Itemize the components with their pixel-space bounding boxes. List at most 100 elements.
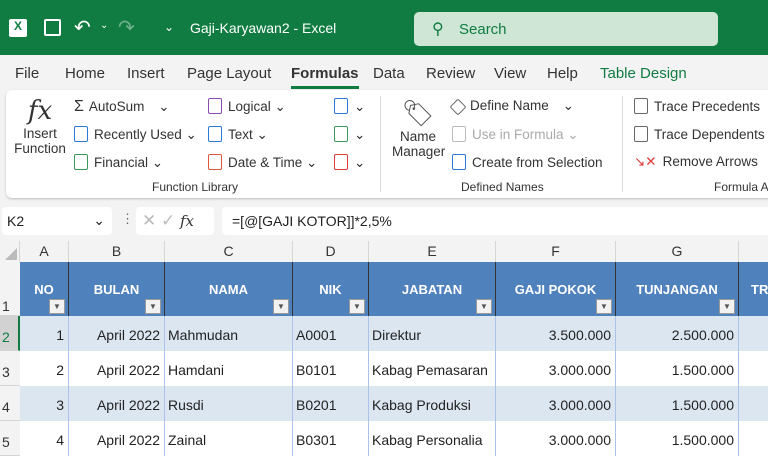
- star-book-icon: [74, 126, 88, 142]
- cell[interactable]: B0301: [293, 421, 369, 456]
- header-label: TR: [751, 282, 768, 297]
- cell[interactable]: 2: [20, 351, 69, 386]
- enter-icon[interactable]: ✓: [161, 211, 175, 230]
- financial-button[interactable]: Financial ⌄: [74, 154, 163, 171]
- formula-buttons: ✕ ✓ fx: [136, 207, 214, 235]
- tab-table-design[interactable]: Table Design: [600, 65, 687, 82]
- filter-dropdown-icon[interactable]: ▼: [719, 299, 735, 314]
- cell[interactable]: 4: [20, 421, 69, 456]
- cell[interactable]: 3.000.000: [496, 386, 616, 421]
- create-from-selection-button[interactable]: Create from Selection: [452, 154, 603, 170]
- tab-home[interactable]: Home: [65, 65, 105, 82]
- cell[interactable]: [739, 351, 768, 386]
- column-header-a[interactable]: A: [20, 241, 69, 262]
- undo-dropdown-icon[interactable]: ⌄: [100, 20, 108, 31]
- cell[interactable]: 3.500.000: [496, 316, 616, 351]
- cell[interactable]: [739, 316, 768, 351]
- save-icon[interactable]: [44, 19, 61, 36]
- filter-dropdown-icon[interactable]: ▼: [476, 299, 492, 314]
- ribbon: fx Insert Function Σ AutoSum ⌄ Recently U…: [6, 90, 768, 198]
- cell[interactable]: 1.500.000: [616, 351, 739, 386]
- cell[interactable]: Rusdi: [165, 386, 293, 421]
- row-header-3[interactable]: 3: [0, 351, 20, 386]
- logical-button[interactable]: Logical ⌄: [208, 98, 286, 115]
- row-header-1[interactable]: 1: [0, 262, 20, 316]
- cell[interactable]: [739, 386, 768, 421]
- cell[interactable]: Kabag Pemasaran: [369, 351, 496, 386]
- tab-file[interactable]: File: [15, 65, 39, 82]
- cell[interactable]: April 2022: [69, 421, 165, 456]
- lookup-button[interactable]: ⌄: [334, 98, 365, 115]
- column-header-h[interactable]: [739, 241, 768, 262]
- define-name-button[interactable]: Define Name ⌄: [449, 98, 574, 116]
- tag-icon: [449, 98, 467, 116]
- row-header-2[interactable]: 2: [0, 316, 20, 351]
- cell[interactable]: Kabag Produksi: [369, 386, 496, 421]
- cell[interactable]: 3.000.000: [496, 421, 616, 456]
- column-header-e[interactable]: E: [369, 241, 496, 262]
- cell[interactable]: 3.000.000: [496, 351, 616, 386]
- tab-review[interactable]: Review: [426, 65, 475, 82]
- tab-page-layout[interactable]: Page Layout: [187, 65, 271, 82]
- financial-book-icon: [74, 154, 88, 170]
- formula-input[interactable]: =[@[GAJI KOTOR]]*2,5%: [222, 207, 768, 235]
- filter-dropdown-icon[interactable]: ▼: [349, 299, 365, 314]
- trace-precedents-button[interactable]: Trace Precedents: [634, 98, 760, 114]
- cell[interactable]: April 2022: [69, 386, 165, 421]
- row-header-4[interactable]: 4: [0, 386, 20, 421]
- cell[interactable]: 1.500.000: [616, 386, 739, 421]
- math-trig-button[interactable]: ⌄: [334, 126, 365, 143]
- trace-dependents-button[interactable]: Trace Dependents: [634, 126, 765, 142]
- insert-function-icon[interactable]: fx: [180, 212, 194, 230]
- customize-toolbar-icon[interactable]: ⌄: [164, 20, 174, 34]
- tab-insert[interactable]: Insert: [127, 65, 165, 82]
- column-header-g[interactable]: G: [616, 241, 739, 262]
- undo-icon[interactable]: ↶: [74, 15, 91, 40]
- tab-data[interactable]: Data: [373, 65, 405, 82]
- filter-dropdown-icon[interactable]: ▼: [273, 299, 289, 314]
- cell[interactable]: 1: [20, 316, 69, 351]
- date-time-button[interactable]: Date & Time ⌄: [208, 154, 317, 171]
- column-header-c[interactable]: C: [165, 241, 293, 262]
- tab-help[interactable]: Help: [547, 65, 578, 82]
- text-book-icon: [208, 126, 222, 142]
- recently-used-button[interactable]: Recently Used ⌄: [74, 126, 197, 143]
- remove-arrows-button[interactable]: ↘✕Remove Arrows ⌄: [634, 154, 768, 170]
- text-button[interactable]: Text ⌄: [208, 126, 268, 143]
- search-box[interactable]: ⚲ Search: [414, 12, 718, 46]
- select-all-corner[interactable]: [0, 241, 20, 262]
- filter-dropdown-icon[interactable]: ▼: [49, 299, 65, 314]
- filter-dropdown-icon[interactable]: ▼: [145, 299, 161, 314]
- column-header-f[interactable]: F: [496, 241, 616, 262]
- name-box[interactable]: K2 ⌄: [2, 207, 112, 235]
- cell[interactable]: 3: [20, 386, 69, 421]
- cell[interactable]: Hamdani: [165, 351, 293, 386]
- cell[interactable]: B0201: [293, 386, 369, 421]
- cancel-icon[interactable]: ✕: [142, 211, 156, 230]
- cell[interactable]: Zainal: [165, 421, 293, 456]
- filter-dropdown-icon[interactable]: ▼: [596, 299, 612, 314]
- spreadsheet-grid[interactable]: A B C D E F G 1 2 3 4 5 NO ▼ BULAN ▼ NAMA ▼…: [0, 241, 768, 456]
- cell[interactable]: Mahmudan: [165, 316, 293, 351]
- insert-function-button[interactable]: fx Insert Function: [14, 96, 66, 156]
- cell[interactable]: A0001: [293, 316, 369, 351]
- chevron-down-icon[interactable]: ⌄: [93, 212, 105, 229]
- column-header-b[interactable]: B: [69, 241, 165, 262]
- column-header-d[interactable]: D: [293, 241, 369, 262]
- cell[interactable]: [739, 421, 768, 456]
- autosum-button[interactable]: Σ AutoSum ⌄: [74, 98, 170, 116]
- name-manager-button[interactable]: 🏷 Name Manager: [392, 98, 445, 159]
- cell[interactable]: Kabag Personalia: [369, 421, 496, 456]
- define-name-label: Define Name: [470, 98, 549, 113]
- tab-formulas[interactable]: Formulas: [291, 65, 359, 89]
- cell[interactable]: B0101: [293, 351, 369, 386]
- tab-view[interactable]: View: [494, 65, 526, 82]
- more-functions-button[interactable]: ⌄: [334, 154, 365, 171]
- cell[interactable]: 2.500.000: [616, 316, 739, 351]
- cell[interactable]: Direktur: [369, 316, 496, 351]
- cell[interactable]: April 2022: [69, 351, 165, 386]
- ribbon-tabs: File Home Insert Page Layout Formulas Da…: [0, 55, 768, 90]
- cell[interactable]: April 2022: [69, 316, 165, 351]
- cell[interactable]: 1.500.000: [616, 421, 739, 456]
- row-header-5[interactable]: 5: [0, 421, 20, 456]
